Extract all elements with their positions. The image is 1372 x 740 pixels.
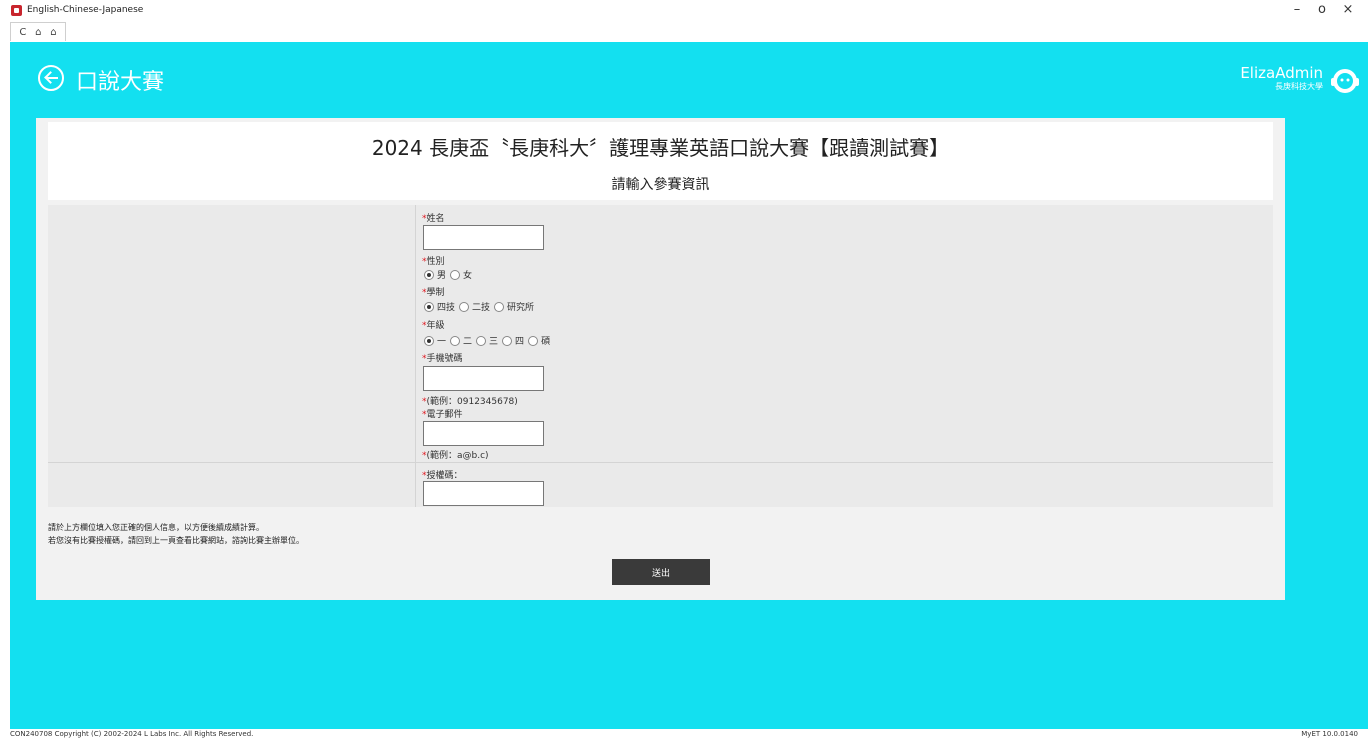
school-radio-grad[interactable] bbox=[494, 301, 505, 312]
grade-radio-group: 一 二 三 四 碩 bbox=[424, 334, 554, 347]
grade-option-label: 碩 bbox=[541, 337, 551, 347]
window-title: English-Chinese-Japanese bbox=[27, 5, 144, 15]
version-text: MyET 10.0.0140 bbox=[1301, 730, 1358, 738]
school-option-label: 研究所 bbox=[507, 303, 535, 313]
gender-label: *性別 bbox=[422, 257, 445, 267]
phone-hint: *(範例：0912345678) bbox=[422, 397, 518, 407]
grade-option-label: 一 bbox=[437, 337, 447, 347]
contest-title: 2024 長庚盃〝長庚科大〞護理專業英語口說大賽【跟讀測試賽】 bbox=[371, 136, 950, 160]
reload-icon[interactable]: C bbox=[19, 27, 26, 38]
gender-option-label: 男 bbox=[437, 271, 447, 281]
email-hint: *(範例：a@b.c) bbox=[422, 451, 489, 461]
home-icon[interactable]: ⌂ bbox=[35, 27, 41, 38]
phone-label: *手機號碼 bbox=[422, 354, 463, 364]
grade-label: *年級 bbox=[422, 321, 445, 331]
close-button[interactable]: × bbox=[1336, 2, 1360, 17]
school-option-label: 四技 bbox=[437, 303, 456, 313]
name-input[interactable] bbox=[423, 225, 544, 250]
info-note: 請於上方欄位填入您正確的個人信息，以方便後續成績計算。 bbox=[48, 523, 264, 532]
email-input[interactable] bbox=[423, 421, 544, 446]
auth-code-input[interactable] bbox=[423, 481, 544, 506]
nav-bar: C ⌂ ⌂ bbox=[0, 22, 1372, 42]
brand-name: ElizaAdmin bbox=[1240, 64, 1323, 82]
gender-radio-female[interactable] bbox=[450, 269, 461, 280]
gender-option-label: 女 bbox=[463, 271, 473, 281]
school-option-label: 二技 bbox=[472, 303, 491, 313]
auth-note: 若您沒有比賽授權碼，請回到上一頁查看比賽網站，諮詢比賽主辦單位。 bbox=[48, 536, 304, 545]
school-radio-2yr[interactable] bbox=[459, 301, 470, 312]
maximize-button[interactable]: o bbox=[1310, 2, 1334, 17]
app-area: 口說大賽 ElizaAdmin 長庚科技大學 2024 長庚盃〝長庚科大〞護理專… bbox=[10, 42, 1368, 729]
row-separator bbox=[48, 462, 1273, 463]
form-subtitle: 請輸入參賽資訊 bbox=[611, 177, 710, 193]
nav-button-group: C ⌂ ⌂ bbox=[10, 22, 66, 41]
grade-radio-3[interactable] bbox=[476, 335, 487, 346]
gender-radio-group: 男 女 bbox=[424, 268, 476, 281]
grade-radio-1[interactable] bbox=[424, 335, 434, 346]
brand-logo-icon bbox=[1331, 69, 1359, 93]
contest-panel: 2024 長庚盃〝長庚科大〞護理專業英語口說大賽【跟讀測試賽】 請輸入參賽資訊 … bbox=[36, 118, 1285, 600]
registration-form: *姓名 *性別 男 女 *學制 四技 二技 研究所 *年級 一 二 三 四 碩 … bbox=[48, 205, 1273, 507]
grade-option-label: 四 bbox=[515, 337, 525, 347]
submit-button[interactable]: 送出 bbox=[612, 559, 710, 585]
page-title: 口說大賽 bbox=[76, 70, 165, 95]
grade-radio-2[interactable] bbox=[450, 335, 461, 346]
grade-option-label: 三 bbox=[489, 337, 499, 347]
school-label: *學制 bbox=[422, 288, 445, 298]
brand-subtitle: 長庚科技大學 bbox=[1275, 82, 1323, 91]
brand: ElizaAdmin 長庚科技大學 bbox=[1240, 65, 1323, 92]
auth-code-label: *授權碼： bbox=[422, 471, 463, 481]
copyright-text: CON240708 Copyright (C) 2002-2024 L Labs… bbox=[10, 730, 254, 738]
panel-header: 2024 長庚盃〝長庚科大〞護理專業英語口說大賽【跟讀測試賽】 請輸入參賽資訊 bbox=[48, 122, 1273, 200]
school-radio-4yr[interactable] bbox=[424, 301, 434, 312]
minimize-button[interactable]: – bbox=[1285, 2, 1309, 17]
phone-input[interactable] bbox=[423, 366, 544, 391]
title-bar: English-Chinese-Japanese – o × bbox=[0, 0, 1372, 22]
app-icon bbox=[11, 5, 22, 16]
gender-radio-male[interactable] bbox=[424, 269, 434, 280]
back-arrow-icon[interactable] bbox=[38, 65, 64, 91]
grade-radio-4[interactable] bbox=[502, 335, 513, 346]
home-alt-icon[interactable]: ⌂ bbox=[50, 27, 56, 38]
grade-radio-master[interactable] bbox=[528, 335, 539, 346]
school-radio-group: 四技 二技 研究所 bbox=[424, 300, 538, 313]
name-label: *姓名 bbox=[422, 214, 445, 224]
email-label: *電子郵件 bbox=[422, 410, 463, 420]
grade-option-label: 二 bbox=[463, 337, 473, 347]
